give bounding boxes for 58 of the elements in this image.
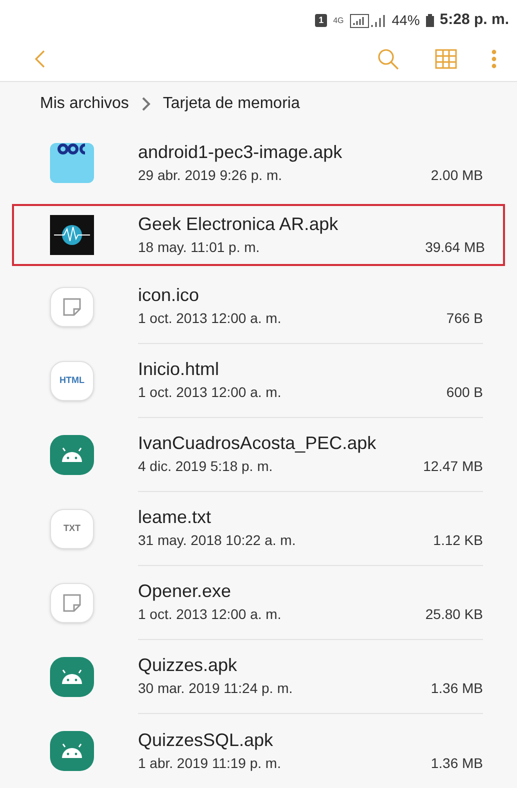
file-size: 600 B bbox=[446, 383, 483, 402]
file-icon bbox=[50, 583, 94, 623]
file-size: 12.47 MB bbox=[423, 457, 483, 476]
file-date: 1 oct. 2013 12:00 a. m. bbox=[138, 383, 282, 402]
file-date: 1 oct. 2013 12:00 a. m. bbox=[138, 309, 282, 328]
file-type-icon: HTML bbox=[50, 361, 94, 401]
file-name: Inicio.html bbox=[138, 358, 220, 380]
file-size: 766 B bbox=[446, 309, 483, 328]
file-name: Quizzes.apk bbox=[138, 654, 238, 676]
android-icon bbox=[50, 731, 94, 771]
file-date: 1 abr. 2019 11:19 p. m. bbox=[138, 754, 281, 773]
file-size: 1.12 KB bbox=[433, 531, 483, 550]
more-options-button[interactable] bbox=[491, 49, 497, 70]
battery-level: 44% bbox=[392, 11, 420, 30]
android-icon bbox=[50, 435, 94, 475]
signal-icon bbox=[350, 14, 386, 28]
file-type-icon: TXT bbox=[50, 509, 94, 549]
breadcrumb-item[interactable]: Mis archivos bbox=[40, 92, 129, 116]
file-row[interactable]: icon.ico 1 oct. 2013 12:00 a. m. 766 B bbox=[14, 270, 503, 344]
file-name: icon.ico bbox=[138, 284, 200, 306]
file-name: android1-pec3-image.apk bbox=[138, 140, 344, 162]
search-button[interactable] bbox=[377, 48, 399, 70]
grid-view-button[interactable] bbox=[435, 49, 457, 70]
file-row[interactable]: QuizzesSQL.apk 1 abr. 2019 11:19 p. m. 1.36 MB bbox=[14, 714, 503, 788]
chevron-icon bbox=[140, 96, 151, 112]
file-date: 30 mar. 2019 11:24 p. m. bbox=[138, 679, 293, 698]
file-row[interactable]: HTML Inicio.html 1 oct. 2013 12:00 a. m. 600 B bbox=[14, 344, 503, 418]
waveform-thumbnail-icon bbox=[50, 215, 94, 255]
breadcrumb-item[interactable]: Tarjeta de memoria bbox=[162, 92, 300, 116]
file-name: leame.txt bbox=[138, 506, 212, 528]
file-size: 1.36 MB bbox=[430, 679, 483, 698]
file-size: 2.00 MB bbox=[430, 166, 483, 184]
file-date: 31 may. 2018 10:22 a. m. bbox=[138, 531, 296, 550]
file-row[interactable]: android1-pec3-image.apk 29 abr. 2019 9:26 p. m. 2.00 MB bbox=[14, 126, 503, 200]
back-button[interactable] bbox=[34, 49, 46, 70]
android-icon bbox=[50, 657, 94, 697]
file-row[interactable]: Quizzes.apk 30 mar. 2019 11:24 p. m. 1.36 MB bbox=[14, 640, 503, 714]
file-name: Geek Electronica AR.apk bbox=[138, 212, 340, 234]
network-type-label: 4G bbox=[333, 14, 344, 27]
file-row[interactable]: Opener.exe 1 oct. 2013 12:00 a. m. 25.80 KB bbox=[14, 566, 503, 640]
battery-icon bbox=[426, 14, 434, 28]
file-row[interactable]: TXT leame.txt 31 may. 2018 10:22 a. m. 1.12 KB bbox=[14, 492, 503, 566]
file-date: 29 abr. 2019 9:26 p. m. bbox=[138, 166, 282, 185]
file-row[interactable]: IvanCuadrosAcosta_PEC.apk 4 dic. 2019 5:18 p. m. 12.47 MB bbox=[14, 418, 503, 492]
file-date: 1 oct. 2013 12:00 a. m. bbox=[138, 605, 282, 624]
file-size: 1.36 MB bbox=[430, 754, 483, 772]
file-size: 39.64 MB bbox=[425, 238, 485, 256]
file-icon bbox=[50, 287, 94, 327]
file-date: 18 may. 11:01 p. m. bbox=[138, 238, 260, 257]
uoc-logo-icon bbox=[50, 143, 94, 183]
clock: 5:28 p. m. bbox=[440, 10, 509, 30]
file-name: QuizzesSQL.apk bbox=[138, 728, 274, 750]
file-size: 25.80 KB bbox=[425, 605, 483, 624]
file-row[interactable]: Geek Electronica AR.apk 18 may. 11:01 p. m. 39.64 MB bbox=[12, 204, 505, 266]
file-date: 4 dic. 2019 5:18 p. m. bbox=[138, 457, 273, 476]
file-name: Opener.exe bbox=[138, 580, 232, 602]
sim-icon: 1 bbox=[315, 14, 328, 28]
file-name: IvanCuadrosAcosta_PEC.apk bbox=[138, 432, 378, 454]
